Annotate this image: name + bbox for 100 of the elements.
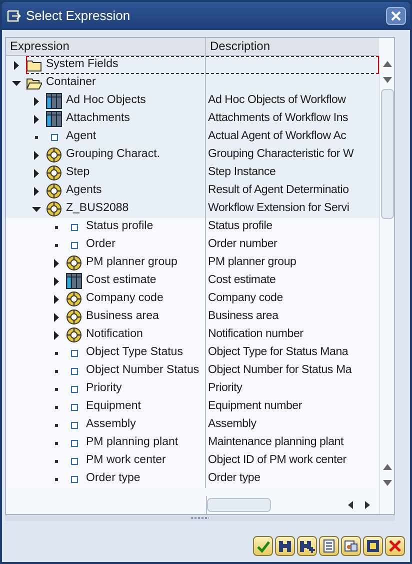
ring-icon — [46, 183, 62, 199]
find-button[interactable] — [275, 536, 295, 556]
description-cell-text: Cost estimate — [208, 273, 276, 288]
tree-node-label[interactable]: Ad Hoc Objects — [66, 92, 146, 110]
description-cell-text: Result of Agent Determinatio — [208, 183, 349, 198]
description-cell-text: Actual Agent of Workflow Ac — [208, 129, 346, 144]
description-cell-text: Business area — [208, 309, 278, 324]
description-cell-text: Assembly — [208, 417, 256, 432]
tree-node-label[interactable]: Cost estimate — [86, 272, 156, 290]
square-icon — [50, 134, 58, 140]
collapse-arrow-icon[interactable] — [12, 78, 21, 88]
expand-arrow-icon[interactable] — [32, 186, 41, 196]
tree-node-label[interactable]: Equipment — [86, 398, 141, 416]
expand-arrow-icon[interactable] — [32, 96, 41, 106]
confirm-button[interactable] — [253, 536, 273, 556]
square-icon — [70, 224, 78, 230]
cancel-button[interactable] — [385, 536, 405, 556]
scroll-up-icon[interactable] — [382, 61, 392, 67]
square-icon — [70, 440, 78, 446]
tree-node-label[interactable]: Notification — [86, 326, 143, 344]
tree-node-label[interactable]: PM work center — [86, 452, 166, 470]
splitter-handle-icon[interactable] — [191, 517, 209, 519]
close-button[interactable] — [386, 7, 406, 25]
scroll-right-icon[interactable] — [363, 501, 371, 509]
tree-node-label[interactable]: Z_BUS2088 — [66, 200, 129, 218]
tree-node-label[interactable]: Attachments — [66, 110, 130, 128]
description-cell-text: Priority — [208, 381, 242, 396]
table-icon — [46, 93, 62, 109]
description-cell-text: Equipment number — [208, 399, 302, 414]
open-folder-icon — [26, 76, 42, 90]
ring-icon — [46, 165, 62, 181]
description-cell-text: Maintenance planning plant — [208, 435, 344, 450]
tree-node-label[interactable]: Container — [46, 74, 96, 92]
scroll-left-icon[interactable] — [347, 501, 355, 509]
square-icon — [70, 242, 78, 248]
description-cell-text: Order type — [208, 471, 260, 486]
tree-node-label[interactable]: Grouping Charact. — [66, 146, 160, 164]
scrollbar-thumb[interactable] — [380, 89, 394, 219]
tree-node-label[interactable]: Object Number Status — [86, 362, 200, 380]
tree-node-label[interactable]: Order type — [86, 470, 140, 488]
cancel-icon — [387, 538, 403, 554]
description-cell-text: Object Type for Status Mana — [208, 345, 348, 360]
tree-node-label[interactable]: Business area — [86, 308, 159, 326]
square-icon — [70, 458, 78, 464]
find-next-button[interactable] — [297, 536, 317, 556]
expand-arrow-icon[interactable] — [12, 60, 21, 70]
expand-arrow-icon[interactable] — [32, 150, 41, 160]
tree-node-label[interactable]: Company code — [86, 290, 164, 308]
description-cell-text: Step Instance — [208, 165, 276, 180]
tree-node-label[interactable]: Assembly — [86, 416, 136, 434]
description-cell-text: Attachments of Workflow Ins — [208, 111, 348, 126]
expand-arrow-icon[interactable] — [52, 294, 61, 304]
table-icon — [46, 111, 62, 127]
description-cell-text: Object Number for Status Ma — [208, 363, 352, 378]
description-cell-text: Notification number — [208, 327, 304, 342]
description-cell-text: Ad Hoc Objects of Workflow — [208, 93, 346, 108]
square-icon — [70, 476, 78, 482]
scrollbar-thumb[interactable] — [207, 498, 271, 512]
tree-node-label[interactable]: Status profile — [86, 218, 154, 236]
expand-arrow-icon[interactable] — [52, 312, 61, 322]
dialog-icon — [6, 9, 22, 23]
tree-node-label[interactable]: Agent — [66, 128, 96, 146]
close-icon — [391, 11, 401, 21]
scroll-up-icon[interactable] — [382, 464, 392, 470]
tree-node-label[interactable]: System Fields — [46, 56, 118, 74]
description-cell-text: Object ID of PM work center — [208, 453, 346, 468]
expand-arrow-icon[interactable] — [32, 168, 41, 178]
tree-node-label[interactable]: PM planning plant — [86, 434, 178, 452]
description-cell-text: Order number — [208, 237, 278, 252]
list-button[interactable] — [319, 536, 339, 556]
square-icon — [70, 422, 78, 428]
tree-node-label[interactable]: Step — [66, 164, 90, 182]
expand-arrow-icon[interactable] — [32, 114, 41, 124]
description-cell-text: Workflow Extension for Servi — [208, 201, 350, 216]
column-header[interactable]: Expression — [6, 38, 206, 56]
square-icon — [70, 368, 78, 374]
description-cell-text: Status profile — [208, 219, 272, 234]
description-cell-text: Grouping Characteristic for W — [208, 147, 354, 162]
tree-node-label[interactable]: Object Type Status — [86, 344, 183, 362]
square-icon — [70, 386, 78, 392]
tree-node-label[interactable]: PM planner group — [86, 254, 178, 272]
list-icon — [321, 538, 337, 554]
square-frame-icon — [365, 538, 381, 554]
expand-arrow-icon[interactable] — [52, 258, 61, 268]
folder-icon — [26, 58, 42, 72]
expand-arrow-icon[interactable] — [52, 330, 61, 340]
tree-node-label[interactable]: Order — [86, 236, 116, 254]
ring-icon — [46, 147, 62, 163]
window-title: Select Expression — [26, 7, 132, 26]
tree-node-label[interactable]: Agents — [66, 182, 102, 200]
scroll-down-icon[interactable] — [382, 77, 392, 83]
collapse-arrow-icon[interactable] — [32, 204, 41, 214]
description-cell-text: Company code — [208, 291, 283, 306]
column-header[interactable]: Description — [206, 38, 379, 56]
description-cell-text: PM planner group — [208, 255, 296, 270]
table-icon — [66, 273, 82, 289]
square-icon — [70, 404, 78, 410]
tree-node-label[interactable]: Priority — [86, 380, 122, 398]
expand-arrow-icon[interactable] — [52, 276, 61, 286]
scroll-down-icon[interactable] — [382, 480, 392, 486]
